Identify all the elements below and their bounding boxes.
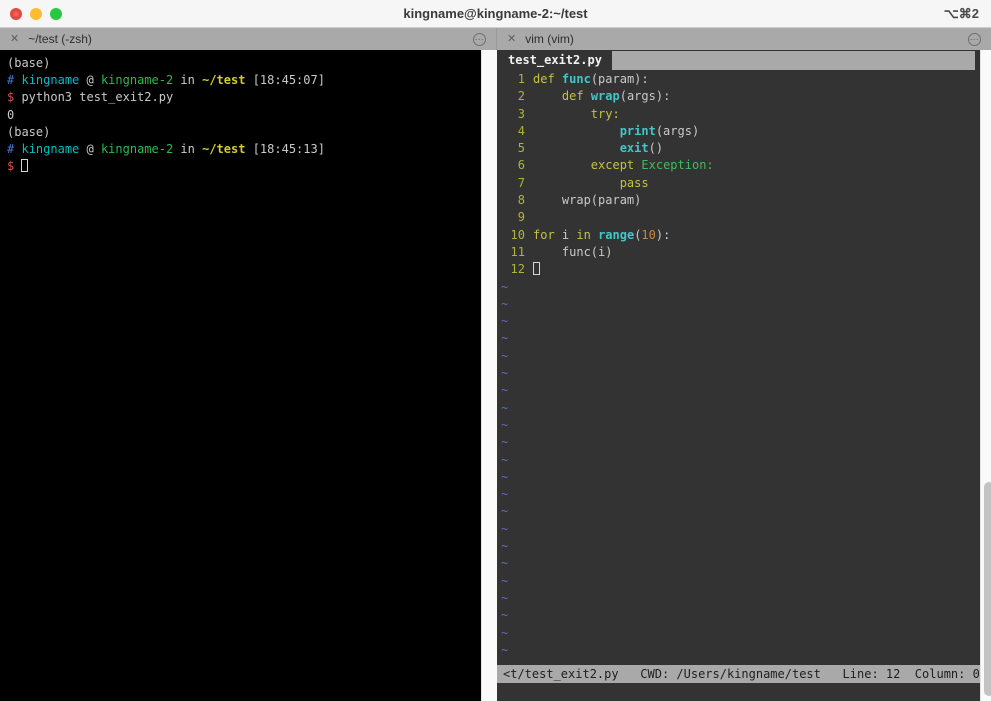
line-number: 12 <box>510 262 525 277</box>
line-number: 8 <box>517 193 525 208</box>
line-number: 11 <box>510 244 525 259</box>
empty-line-tilde: ~ <box>501 556 509 571</box>
empty-line-tilde: ~ <box>501 487 509 502</box>
vim-code-line: 6 except Exception: <box>501 157 980 174</box>
vim-command-line <box>497 683 980 701</box>
empty-line-tilde: ~ <box>501 590 509 605</box>
line-number: 5 <box>517 141 525 156</box>
vim-code-line: 9 <box>501 209 980 226</box>
empty-line-tilde: ~ <box>501 452 509 467</box>
vim-tabline-fill <box>611 51 975 70</box>
title-bar: kingname@kingname-2:~/test ⌥⌘2 <box>0 0 991 28</box>
window-title: kingname@kingname-2:~/test <box>403 6 588 21</box>
block-cursor <box>21 159 29 173</box>
more-options-icon[interactable]: ⋯ <box>968 32 981 46</box>
empty-line-tilde: ~ <box>501 366 509 381</box>
vim-code-line: 10 for i in range(10): <box>501 227 980 244</box>
close-icon[interactable]: ✕ <box>10 33 19 45</box>
terminal-pane[interactable]: (base) # kingname @ kingname-2 in ~/test … <box>0 50 481 701</box>
empty-line-tilde: ~ <box>501 400 509 415</box>
terminal-line: (base) <box>7 56 51 70</box>
empty-line-tilde: ~ <box>501 625 509 640</box>
vim-code-line: 5 exit() <box>501 140 980 157</box>
vim-code-line: 3 try: <box>501 106 980 123</box>
tab-vim[interactable]: ✕ vim (vim) ⋯ <box>497 28 991 50</box>
terminal-line: $ <box>7 158 481 175</box>
window-shortcut-badge: ⌥⌘2 <box>943 6 979 21</box>
line-number: 3 <box>517 106 525 121</box>
vim-code-line: 2 def wrap(args): <box>501 88 980 105</box>
empty-line-tilde: ~ <box>501 504 509 519</box>
tab-zsh-label: ~/test (-zsh) <box>28 32 92 46</box>
line-number: 6 <box>517 158 525 173</box>
vim-code-area[interactable]: 1 def func(param): 2 def wrap(args): 3 try:… <box>497 70 980 665</box>
pane-tab-bar: ✕ ~/test (-zsh) ⋯ ✕ vim (vim) ⋯ <box>0 28 991 50</box>
block-cursor <box>533 262 540 276</box>
vim-code-line: 1 def func(param): <box>501 71 980 88</box>
vim-scrollbar-thumb[interactable] <box>983 482 991 696</box>
empty-line-tilde: ~ <box>501 573 509 588</box>
line-number: 1 <box>517 72 525 86</box>
empty-line-tilde: ~ <box>501 469 509 484</box>
terminal-line: $ python3 test_exit2.py <box>7 90 174 105</box>
vim-pane[interactable]: test_exit2.py 1 def func(param): 2 def wra… <box>497 50 980 701</box>
close-icon[interactable]: ✕ <box>507 33 516 45</box>
terminal-line: # kingname @ kingname-2 in ~/test [18:45… <box>7 73 325 88</box>
line-number: 9 <box>517 210 525 225</box>
empty-line-tilde: ~ <box>501 521 509 536</box>
line-number: 7 <box>517 175 525 190</box>
empty-line-tilde: ~ <box>501 296 509 311</box>
empty-line-tilde: ~ <box>501 383 509 398</box>
vim-status-bar: <t/test_exit2.py CWD: /Users/kingname/te… <box>497 665 980 683</box>
empty-line-tilde: ~ <box>501 279 509 294</box>
terminal-window: kingname@kingname-2:~/test ⌥⌘2 ✕ ~/test … <box>0 0 991 701</box>
vim-tabline: test_exit2.py <box>497 50 980 70</box>
terminal-output: (base) # kingname @ kingname-2 in ~/test … <box>0 50 481 175</box>
terminal-line: (base) <box>7 124 51 139</box>
empty-line-tilde: ~ <box>501 608 509 623</box>
terminal-line: 0 <box>7 107 15 122</box>
vim-buffer-tab[interactable]: test_exit2.py <box>497 51 612 70</box>
more-options-icon[interactable]: ⋯ <box>473 32 486 46</box>
line-number: 10 <box>510 227 525 242</box>
terminal-line: # kingname @ kingname-2 in ~/test [18:45… <box>7 141 325 156</box>
empty-line-tilde: ~ <box>501 314 509 329</box>
tab-zsh[interactable]: ✕ ~/test (-zsh) ⋯ <box>0 28 497 50</box>
split-panes: (base) # kingname @ kingname-2 in ~/test … <box>0 50 991 701</box>
empty-line-tilde: ~ <box>501 435 509 450</box>
empty-line-tilde: ~ <box>501 348 509 363</box>
empty-line-tilde: ~ <box>501 642 509 657</box>
vim-code-line: 7 pass <box>501 175 980 192</box>
empty-line-tilde: ~ <box>501 331 509 346</box>
vim-code-line: 11 func(i) <box>501 244 980 261</box>
vim-code-line: 8 wrap(param) <box>501 192 980 209</box>
vim-code-line: 12 <box>501 261 980 278</box>
vim-scrollbar[interactable] <box>979 50 991 701</box>
empty-line-tilde: ~ <box>501 539 509 554</box>
terminal-scrollbar[interactable] <box>481 50 497 701</box>
empty-line-tilde: ~ <box>501 417 509 432</box>
tab-vim-label: vim (vim) <box>525 32 574 46</box>
line-number: 4 <box>517 123 525 138</box>
vim-code-line: 4 print(args) <box>501 123 980 140</box>
line-number: 2 <box>517 89 525 104</box>
